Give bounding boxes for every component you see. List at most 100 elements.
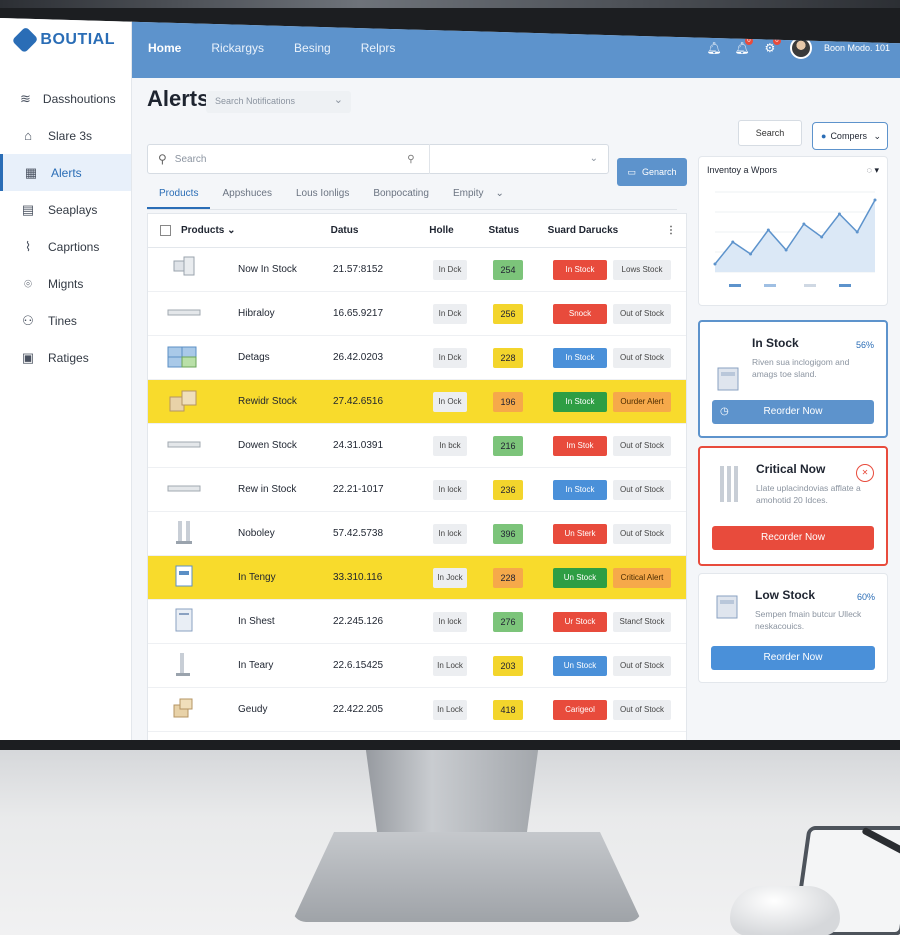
stock-alert-label[interactable]: Out of Stock xyxy=(613,435,671,456)
tab-products[interactable]: Products xyxy=(147,180,211,209)
table-row[interactable]: Noboley 57.42.5738 In lock 396 Un Sterk … xyxy=(148,512,686,556)
stock-alert-label[interactable]: Out of Stock xyxy=(613,303,671,324)
topnav-item[interactable]: Besing xyxy=(294,35,331,61)
product-name[interactable]: Geudy xyxy=(238,704,333,715)
table-row[interactable]: Now In Stock 21.57:8152 In Dck 254 In St… xyxy=(148,248,686,292)
stock-alert-label[interactable]: Out of Stock xyxy=(613,347,671,368)
product-name[interactable]: Now In Stock xyxy=(238,264,333,275)
chart-legend-swatch xyxy=(729,284,741,287)
box-icon xyxy=(716,595,738,619)
sidebar-item-slare-3s[interactable]: ⌂ Slare 3s xyxy=(0,117,131,154)
more-options-icon[interactable]: ⋮ xyxy=(666,225,686,236)
user-name[interactable]: Boon Modo. 101 xyxy=(824,43,890,53)
stock-alert-label[interactable]: Ourder Alert xyxy=(613,391,671,412)
search-button[interactable]: Search xyxy=(738,120,802,146)
stock-status-button[interactable]: Snock xyxy=(553,303,607,324)
table-row[interactable]: Geudy 22.422.205 In Lock 418 Carigeol Ou… xyxy=(148,688,686,732)
compare-dropdown[interactable]: ● Compers ⌄ xyxy=(812,122,888,150)
product-name[interactable]: Hibraloy xyxy=(238,308,333,319)
reorder-button-critical[interactable]: Recorder Now xyxy=(712,526,874,550)
bell-icon[interactable]: 🔔︎ xyxy=(706,40,722,56)
topnav-item[interactable]: Rickargys xyxy=(211,35,264,61)
product-name[interactable]: Detags xyxy=(238,352,333,363)
product-name[interactable]: Rew in Stock xyxy=(238,484,333,495)
stock-alert-label[interactable]: Out of Stock xyxy=(613,699,671,720)
filter-dropdown[interactable]: ⌄ xyxy=(428,144,598,174)
topnav-item[interactable]: Home xyxy=(148,35,181,61)
stock-alert-label[interactable]: Out of Stock xyxy=(613,523,671,544)
sidebar-item-mignts[interactable]: ⌾ Mignts xyxy=(0,265,131,302)
stock-status-button[interactable]: Ur Stock xyxy=(553,611,607,632)
sidebar-item-alerts[interactable]: ▦ Alerts xyxy=(0,154,131,191)
stock-status-button[interactable]: In Stock xyxy=(553,391,607,412)
product-image xyxy=(175,565,193,587)
dismiss-icon[interactable]: ✕ xyxy=(856,464,874,482)
chart-point xyxy=(713,262,717,266)
notification-icon[interactable]: 🔔︎ 0 xyxy=(734,37,753,56)
search-input[interactable]: ⚲ Search ⚲ ⌄ xyxy=(147,144,609,174)
tab-lous-ionligs[interactable]: Lous Ionligs xyxy=(284,180,361,209)
sidebar-item-label: Slare 3s xyxy=(48,128,93,143)
reorder-button-in-stock[interactable]: ◷ Reorder Now xyxy=(712,400,874,424)
product-name[interactable]: Noboley xyxy=(238,528,333,539)
table-row[interactable]: Detags 26.42.0203 In Dck 228 In Stock Ou… xyxy=(148,336,686,380)
stock-alert-label[interactable]: Out of Stock xyxy=(613,479,671,500)
select-all-checkbox[interactable] xyxy=(160,224,171,236)
product-name[interactable]: In Teary xyxy=(238,660,333,671)
chart-point xyxy=(802,222,806,226)
product-image xyxy=(169,390,197,412)
magnifier-icon: ⚲ xyxy=(407,153,415,165)
product-name[interactable]: Rewidr Stock xyxy=(238,396,333,407)
table-row[interactable]: Dowels Stock 22.23.1023 In Lock 206 In S… xyxy=(148,732,686,740)
stock-alert-label[interactable]: Critical Alert xyxy=(613,567,671,588)
tab-empity[interactable]: Empity xyxy=(441,180,496,209)
sidebar-item-seaplays[interactable]: ▤ Seaplays xyxy=(0,191,131,228)
stock-alert-label[interactable]: Out of Stock xyxy=(613,655,671,676)
topnav-item[interactable]: Relprs xyxy=(361,35,396,61)
table-row[interactable]: In Tengy 33.310.116 In Jock 228 Un Stock… xyxy=(148,556,686,600)
notification-search-input[interactable]: Search Notifications xyxy=(206,91,351,113)
table-row[interactable]: Dowen Stock 24.31.0391 In bck 216 Im Sto… xyxy=(148,424,686,468)
header-status[interactable]: Status xyxy=(488,225,547,236)
table-row[interactable]: In Teary 22.6.15425 In Lock 203 Un Stock… xyxy=(148,644,686,688)
sidebar-item-caprtions[interactable]: ⌇ Caprtions xyxy=(0,228,131,265)
tab-bonpocating[interactable]: Bonpocating xyxy=(361,180,441,209)
stock-status-button[interactable]: Carigeol xyxy=(553,699,607,720)
sidebar-item-label: Caprtions xyxy=(48,239,100,254)
header-holle[interactable]: Holle xyxy=(429,225,488,236)
monitor-base xyxy=(292,832,642,922)
stock-status-button[interactable]: In Stock xyxy=(553,479,607,500)
table-row[interactable]: In Shest 22.245.126 In lock 276 Ur Stock… xyxy=(148,600,686,644)
chart-legend-swatch xyxy=(764,284,776,287)
stock-status-button[interactable]: Un Sterk xyxy=(553,523,607,544)
settings-icon[interactable]: ⚙︎ 0 xyxy=(762,37,781,56)
sidebar-item-tines[interactable]: ⚇ Tines xyxy=(0,302,131,339)
table-row[interactable]: Rewidr Stock 27.42.6516 In Ock 196 In St… xyxy=(148,380,686,424)
reorder-button-low[interactable]: Reorder Now xyxy=(711,646,875,670)
search-icon: ⚲ xyxy=(158,152,167,166)
table-row[interactable]: Hibraloy 16.65.9217 In Dck 256 Snock Out… xyxy=(148,292,686,336)
stock-status-button[interactable]: In Stock xyxy=(553,259,607,280)
stock-status-button[interactable]: Un Stock xyxy=(553,655,607,676)
sidebar-item-dasshoutions[interactable]: ≋ Dasshoutions xyxy=(0,80,131,117)
app-logo[interactable]: BOUTIAL xyxy=(0,18,131,62)
header-date[interactable]: Datus xyxy=(331,225,430,236)
header-products[interactable]: Products ⌄ xyxy=(148,224,331,236)
product-name[interactable]: In Tengy xyxy=(238,572,333,583)
stock-status-button[interactable]: Im Stok xyxy=(553,435,607,456)
sidebar-item-label: Tines xyxy=(48,313,77,328)
stock-status-button[interactable]: Un Stock xyxy=(553,567,607,588)
stock-alert-label[interactable]: Stancf Stock xyxy=(613,611,671,632)
product-name[interactable]: Dowen Stock xyxy=(238,440,333,451)
quantity-badge: 418 xyxy=(493,699,523,720)
product-thumbnail xyxy=(148,387,238,416)
stock-status-button[interactable]: In Stock xyxy=(553,347,607,368)
product-name[interactable]: In Shest xyxy=(238,616,333,627)
sidebar-item-ratiges[interactable]: ▣ Ratiges xyxy=(0,339,131,376)
tab-appshuces[interactable]: Appshuces xyxy=(210,180,283,209)
chevron-down-icon[interactable]: ⌄ xyxy=(496,180,504,209)
table-row[interactable]: Rew in Stock 22.21-1017 In lock 236 In S… xyxy=(148,468,686,512)
chart-options[interactable]: ◌ ▾ xyxy=(867,165,879,176)
stock-alert-label[interactable]: Lows Stock xyxy=(613,259,671,280)
header-suard[interactable]: Suard Darucks xyxy=(548,225,666,236)
